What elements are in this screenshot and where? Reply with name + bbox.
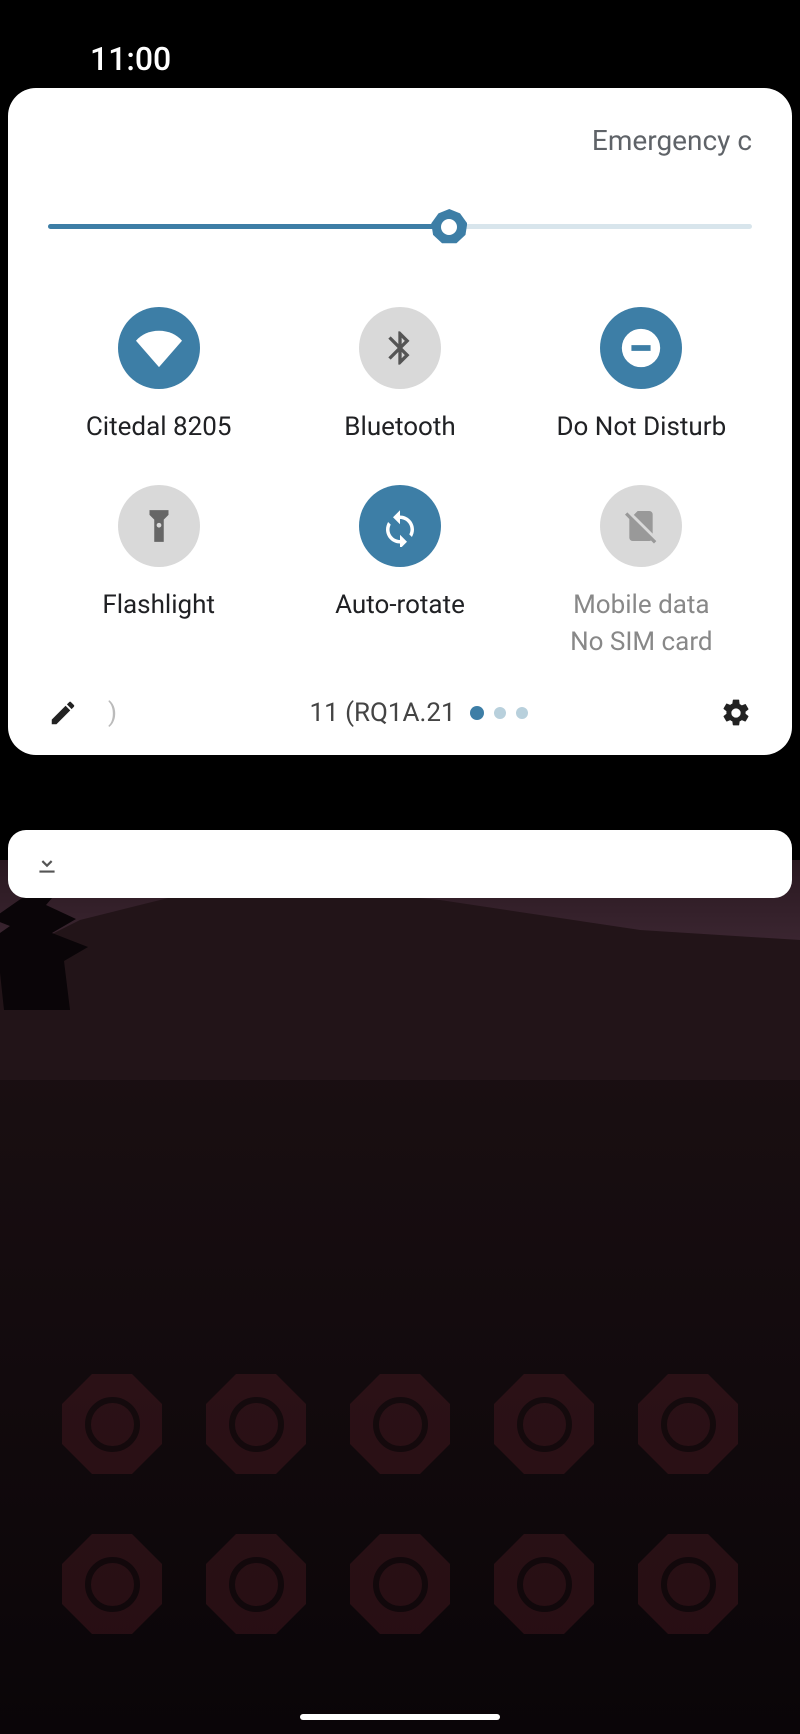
home-icon-row: [0, 1374, 800, 1474]
tile-label: Mobile data: [573, 589, 709, 623]
app-icon[interactable]: [62, 1534, 162, 1634]
app-icon[interactable]: [638, 1534, 738, 1634]
tile-label: Auto-rotate: [335, 589, 465, 623]
flashlight-icon: [118, 485, 200, 567]
tile-label: Bluetooth: [344, 411, 455, 445]
tile-dnd[interactable]: Do Not Disturb: [531, 307, 752, 445]
app-icon[interactable]: [638, 1374, 738, 1474]
tile-sublabel: No SIM card: [570, 627, 712, 657]
tile-flashlight[interactable]: Flashlight: [48, 485, 269, 657]
app-icon[interactable]: [206, 1374, 306, 1474]
app-icon[interactable]: [206, 1534, 306, 1634]
quick-settings-tiles: Citedal 8205 Bluetooth Do Not Disturb Fl…: [48, 307, 752, 657]
brightness-slider[interactable]: [48, 207, 752, 247]
wifi-icon: [118, 307, 200, 389]
app-icon[interactable]: [62, 1374, 162, 1474]
dnd-icon: [600, 307, 682, 389]
tile-bluetooth[interactable]: Bluetooth: [289, 307, 510, 445]
tile-label: Citedal 8205: [86, 411, 232, 445]
notification-bar[interactable]: [8, 830, 792, 898]
settings-button[interactable]: [720, 697, 752, 729]
quick-settings-panel: Emergency c Citedal 8205 Bluetooth Do No…: [8, 88, 792, 755]
panel-footer: ) 11 (RQ1A.21: [48, 697, 752, 729]
footer-paren: ): [108, 698, 117, 728]
no-sim-icon: [600, 485, 682, 567]
tile-wifi[interactable]: Citedal 8205: [48, 307, 269, 445]
bluetooth-icon: [359, 307, 441, 389]
status-bar-time: 11:00: [90, 40, 171, 78]
app-icon[interactable]: [494, 1374, 594, 1474]
rotate-icon: [359, 485, 441, 567]
tile-mobile-data[interactable]: Mobile data No SIM card: [531, 485, 752, 657]
tile-autorotate[interactable]: Auto-rotate: [289, 485, 510, 657]
tile-label: Do Not Disturb: [556, 411, 726, 445]
carrier-text: Emergency c: [48, 124, 752, 157]
gesture-nav-bar[interactable]: [300, 1714, 500, 1720]
edit-button[interactable]: [48, 698, 78, 728]
app-icon[interactable]: [350, 1534, 450, 1634]
page-indicator[interactable]: [470, 706, 528, 720]
build-number: 11 (RQ1A.21: [309, 698, 455, 728]
tile-label: Flashlight: [102, 589, 215, 623]
home-icon-row: [0, 1534, 800, 1634]
app-icon[interactable]: [350, 1374, 450, 1474]
app-icon[interactable]: [494, 1534, 594, 1634]
download-icon: [34, 851, 60, 877]
